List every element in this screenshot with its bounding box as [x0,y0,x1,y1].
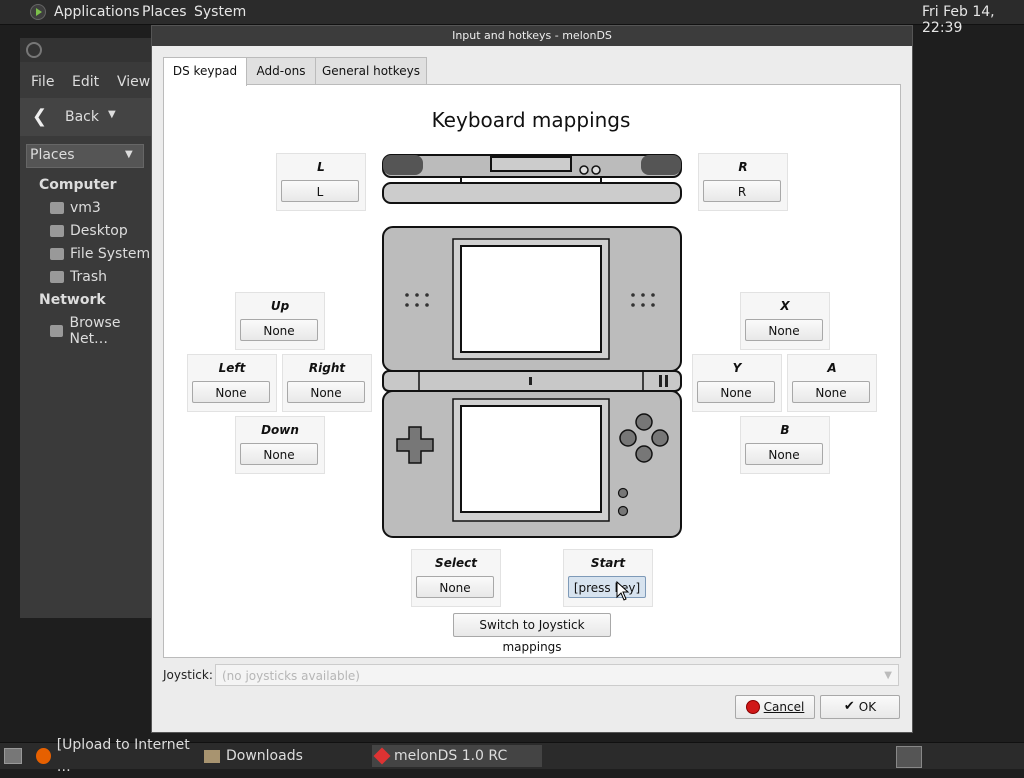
dialog-titlebar: Input and hotkeys - melonDS [152,26,912,46]
firefox-icon [36,748,51,764]
trash-icon [50,271,64,283]
mapping-y: Y None [692,354,782,412]
menu-places[interactable]: Places [142,4,187,20]
joystick-label: Joystick: [163,668,213,682]
network-icon [50,325,64,337]
menu-applications[interactable]: Applications [54,4,140,20]
tab-ds-keypad[interactable]: DS keypad [163,57,247,86]
home-folder-icon [50,202,64,214]
panel-title: Keyboard mappings [431,108,631,132]
joystick-select[interactable]: (no joysticks available) ▼ [215,664,899,686]
mapping-a-button[interactable]: None [792,381,870,403]
mapping-a: A None [787,354,877,412]
drive-icon [50,248,64,260]
mapping-up-button[interactable]: None [240,319,318,341]
task-melonds[interactable]: melonDS 1.0 RC [372,745,542,767]
cancel-button[interactable]: Cancel [735,695,815,719]
mapping-left: Left None [187,354,277,412]
mapping-x: X None [740,292,830,350]
window-close-icon[interactable] [26,42,42,58]
file-manager-toolbar: ❮ Back ▼ [20,98,160,136]
task-upload-internet[interactable]: [Upload to Internet … [36,737,196,775]
folder-icon [204,749,220,763]
back-button[interactable]: Back [65,109,99,125]
mapping-up: Up None [235,292,325,350]
sidebar-item-trash[interactable]: Trash [50,269,107,285]
tab-add-ons[interactable]: Add-ons [246,57,316,85]
cancel-icon [745,700,760,714]
sidebar-item-vm3[interactable]: vm3 [50,200,101,216]
places-combo[interactable]: Places ▼ [26,144,144,168]
mapping-r: R R [698,153,788,211]
menu-system[interactable]: System [194,4,246,20]
mapping-start-button[interactable]: [press key] [568,576,646,598]
menu-view[interactable]: View [117,74,150,90]
mapping-b-button[interactable]: None [745,443,823,465]
top-panel: Applications Places System Fri Feb 14, 2… [0,0,1024,36]
places-combo-label: Places [30,147,75,163]
sidebar-item-browse-network[interactable]: Browse Net… [50,315,160,347]
mapping-right-button[interactable]: None [287,381,365,403]
file-manager-window: File Edit View ❮ Back ▼ Places ▼ Compute… [20,38,160,618]
file-manager-menubar: File Edit View [20,66,160,96]
switch-to-joystick-button[interactable]: Switch to Joystick mappings [453,613,611,654]
back-arrow-icon[interactable]: ❮ [32,106,47,127]
sidebar-item-desktop[interactable]: Desktop [50,223,128,239]
ok-button[interactable]: ✔ OK [820,695,900,719]
input-hotkeys-dialog: Input and hotkeys - melonDS DS keypad Ad… [151,25,913,733]
mapping-x-button[interactable]: None [745,319,823,341]
joystick-select-value: (no joysticks available) [222,669,360,683]
menu-file[interactable]: File [31,74,54,90]
back-dropdown-icon[interactable]: ▼ [108,109,116,120]
ds-top-view-illustration [382,154,682,204]
mapping-left-button[interactable]: None [192,381,270,403]
mapping-y-button[interactable]: None [697,381,775,403]
mapping-b: B None [740,416,830,474]
sidebar-header-network: Network [39,292,106,308]
mapping-select-button[interactable]: None [416,576,494,598]
mouse-cursor-icon [616,581,630,601]
file-manager-titlebar [20,38,160,62]
ds-console-illustration [382,226,682,538]
chevron-down-icon: ▼ [125,149,133,160]
checkmark-icon: ✔ [843,699,855,714]
chevron-down-icon: ▼ [884,670,892,681]
show-desktop-icon[interactable] [4,748,22,764]
mapping-r-button[interactable]: R [703,180,781,202]
menu-edit[interactable]: Edit [72,74,99,90]
sidebar-header-computer: Computer [39,177,117,193]
task-downloads[interactable]: Downloads [204,745,364,767]
mapping-down-button[interactable]: None [240,443,318,465]
sidebar-item-file-system[interactable]: File System [50,246,150,262]
distro-logo-icon[interactable] [30,4,46,20]
tray-melonds-icon[interactable] [896,746,922,768]
mapping-select: Select None [411,549,501,607]
tab-general-hotkeys[interactable]: General hotkeys [315,57,427,85]
mapping-right: Right None [282,354,372,412]
mapping-l-button[interactable]: L [281,180,359,202]
desktop-folder-icon [50,225,64,237]
mapping-l: L L [276,153,366,211]
clock[interactable]: Fri Feb 14, 22:39 [922,4,1024,36]
mapping-down: Down None [235,416,325,474]
bottom-taskbar: [Upload to Internet … Downloads melonDS … [0,737,1024,775]
mapping-start: Start [press key] [563,549,653,607]
melonds-icon [373,747,391,765]
